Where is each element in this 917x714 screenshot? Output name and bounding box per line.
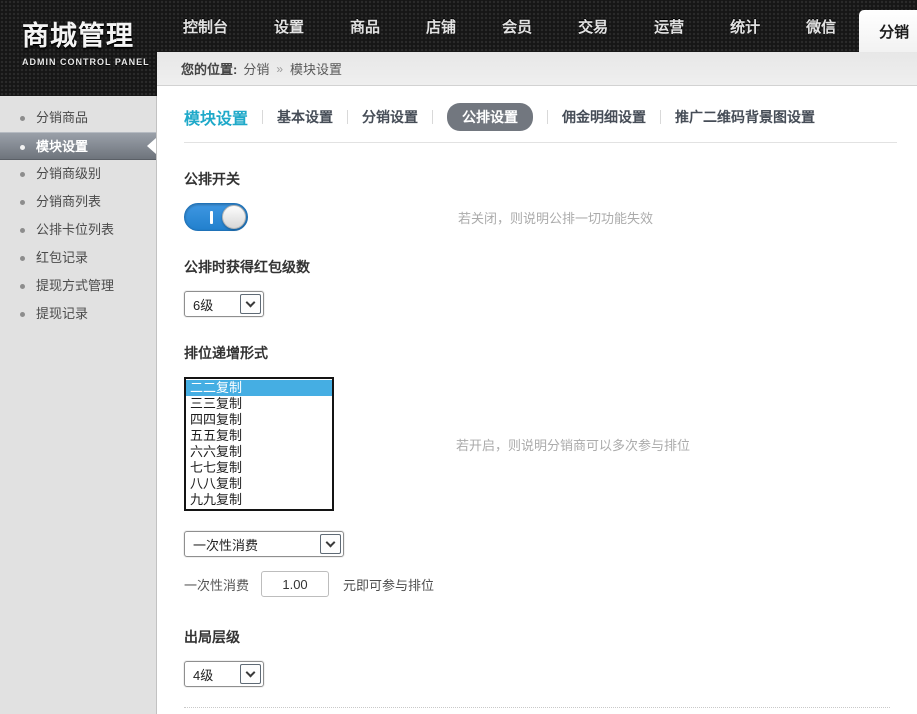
- out-level-value: 4级: [193, 667, 214, 683]
- out-level-select[interactable]: 4级: [184, 661, 264, 687]
- logo-block: 商城管理 ADMIN CONTROL PANEL: [0, 0, 157, 96]
- nav-item-settings[interactable]: 设置: [251, 0, 327, 52]
- toggle-knob[interactable]: [222, 205, 246, 229]
- breadcrumb-current-page: 模块设置: [290, 62, 343, 77]
- listbox-option[interactable]: 九九复制: [186, 492, 332, 508]
- listbox-option-selected[interactable]: 二二复制: [186, 380, 332, 396]
- sidebar: 分销商品 模块设置 分销商级别 分销商列表 公排卡位列表 红包记录 提现方式管理…: [0, 96, 157, 714]
- redpacket-levels-select[interactable]: 6级: [184, 291, 264, 317]
- logo-subtitle: ADMIN CONTROL PANEL: [22, 57, 150, 67]
- tabbar-divider: [184, 142, 897, 143]
- sidebar-item-withdraw-methods[interactable]: 提现方式管理: [0, 272, 156, 300]
- nav-item-goods[interactable]: 商品: [327, 0, 403, 52]
- rank-increment-hint-text: 若开启，则说明分销商可以多次参与排位: [456, 437, 691, 453]
- consume-amount-input[interactable]: [261, 571, 330, 597]
- chevron-down-icon: [245, 297, 256, 308]
- nav-item-distribution-active[interactable]: 分销: [859, 10, 917, 52]
- tab-separator: [432, 110, 434, 124]
- chevron-down-icon: [325, 537, 336, 548]
- sidebar-item-withdraw-records[interactable]: 提现记录: [0, 300, 156, 328]
- tab-separator: [347, 110, 349, 124]
- select-arrow-button[interactable]: [320, 534, 341, 554]
- tab-commission-detail-settings[interactable]: 佣金明细设置: [562, 107, 646, 127]
- select-arrow-button[interactable]: [240, 294, 261, 314]
- sidebar-item-slot-list[interactable]: 公排卡位列表: [0, 216, 156, 244]
- dotted-divider: [184, 707, 890, 708]
- breadcrumb-prefix: 您的位置:: [181, 62, 238, 77]
- logo-title: 商城管理: [22, 21, 134, 51]
- redpacket-levels-label: 公排时获得红包级数: [184, 259, 310, 275]
- listbox-option[interactable]: 五五复制: [186, 428, 332, 444]
- sidebar-item-redpacket-records[interactable]: 红包记录: [0, 244, 156, 272]
- listbox-option[interactable]: 六六复制: [186, 444, 332, 460]
- nav-item-stats[interactable]: 统计: [707, 0, 783, 52]
- select-arrow-button[interactable]: [240, 664, 261, 684]
- consume-amount-suffix: 元即可参与排位: [343, 577, 435, 593]
- redpacket-levels-value: 6级: [193, 297, 214, 313]
- public-rank-switch-label: 公排开关: [184, 171, 240, 187]
- tab-qrcode-background-settings[interactable]: 推广二维码背景图设置: [675, 107, 815, 127]
- consume-type-select[interactable]: 一次性消费: [184, 531, 344, 557]
- rank-increment-label: 排位递增形式: [184, 345, 268, 361]
- rank-increment-listbox[interactable]: 二二复制 三三复制 四四复制 五五复制 六六复制 七七复制 八八复制 九九复制: [184, 377, 334, 511]
- listbox-option[interactable]: 四四复制: [186, 412, 332, 428]
- tab-basic-settings[interactable]: 基本设置: [277, 107, 333, 127]
- sidebar-item-distributor-list[interactable]: 分销商列表: [0, 188, 156, 216]
- sidebar-item-distributor-level[interactable]: 分销商级别: [0, 160, 156, 188]
- sidebar-menu: 分销商品 模块设置 分销商级别 分销商列表 公排卡位列表 红包记录 提现方式管理…: [0, 104, 156, 328]
- nav-item-console[interactable]: 控制台: [160, 0, 251, 52]
- breadcrumb-section-link[interactable]: 分销: [243, 59, 269, 78]
- sidebar-item-module-settings-active[interactable]: 模块设置: [0, 132, 156, 160]
- tab-separator: [262, 110, 264, 124]
- listbox-option[interactable]: 八八复制: [186, 476, 332, 492]
- rank-increment-row: 二二复制 三三复制 四四复制 五五复制 六六复制 七七复制 八八复制 九九复制 …: [184, 377, 897, 511]
- consume-type-value: 一次性消费: [193, 537, 259, 553]
- tab-separator: [547, 110, 549, 124]
- tab-distribution-settings[interactable]: 分销设置: [362, 107, 418, 127]
- tab-public-rank-settings-active[interactable]: 公排设置: [447, 103, 534, 131]
- sidebar-item-distribution-goods[interactable]: 分销商品: [0, 104, 156, 132]
- nav-item-member[interactable]: 会员: [479, 0, 555, 52]
- tab-separator: [660, 110, 662, 124]
- toggle-row: 若关闭，则说明公排一切功能失效: [184, 203, 897, 231]
- listbox-option[interactable]: 七七复制: [186, 460, 332, 476]
- toggle-hint-text: 若关闭，则说明公排一切功能失效: [458, 210, 654, 226]
- breadcrumb: 您的位置: 分销 » 模块设置: [157, 52, 917, 86]
- consume-amount-row: 一次性消费 元即可参与排位: [184, 571, 897, 597]
- breadcrumb-arrow-icon: »: [276, 61, 284, 76]
- public-rank-toggle-on[interactable]: [184, 203, 248, 231]
- nav-item-trade[interactable]: 交易: [555, 0, 631, 52]
- main-content: 模块设置 基本设置 分销设置 公排设置 佣金明细设置 推广二维码背景图设置 公排…: [158, 86, 917, 714]
- main-nav: 控制台 设置 商品 店铺 会员 交易 运营 统计 微信 分销 手机端: [160, 0, 917, 52]
- nav-item-operation[interactable]: 运营: [631, 0, 707, 52]
- nav-item-shop[interactable]: 店铺: [403, 0, 479, 52]
- toggle-on-mark-icon: [210, 211, 213, 224]
- nav-item-wechat[interactable]: 微信: [783, 0, 859, 52]
- out-level-label: 出局层级: [184, 629, 240, 645]
- listbox-option[interactable]: 三三复制: [186, 396, 332, 412]
- content-tabbar: 模块设置 基本设置 分销设置 公排设置 佣金明细设置 推广二维码背景图设置: [184, 103, 897, 131]
- page-title: 模块设置: [184, 111, 249, 128]
- chevron-down-icon: [245, 667, 256, 678]
- consume-amount-label: 一次性消费: [184, 577, 250, 593]
